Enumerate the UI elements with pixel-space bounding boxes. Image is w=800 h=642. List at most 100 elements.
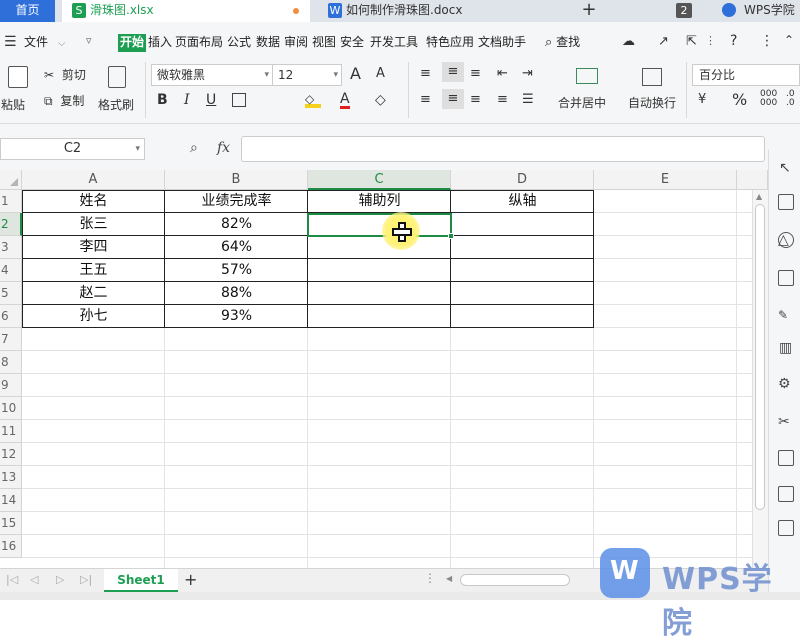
menu-insert[interactable]: 插入 <box>148 34 172 52</box>
table-cell[interactable]: 57% <box>165 259 308 282</box>
more-sheets-icon[interactable]: ⋮ <box>424 571 436 585</box>
align-bottom-icon[interactable]: ≡ <box>470 66 481 81</box>
header-helper-cell[interactable]: 辅助列 <box>308 190 451 213</box>
chart-icon[interactable]: ▥ <box>779 340 792 356</box>
align-top-icon[interactable]: ≡ <box>420 66 431 81</box>
shapes-icon[interactable] <box>778 194 794 210</box>
menu-search[interactable]: ⌕ 查找 <box>545 34 580 52</box>
row-header[interactable]: 8 <box>0 351 22 374</box>
table-cell[interactable]: 孙七 <box>22 305 165 328</box>
column-header-a[interactable]: A <box>22 170 165 190</box>
row-header[interactable]: 15 <box>0 512 22 535</box>
tab-docx[interactable]: W 如何制作滑珠图.docx <box>318 0 563 22</box>
next-sheet-icon[interactable]: ▷ <box>56 573 64 586</box>
image-icon[interactable] <box>778 450 794 466</box>
pointer-icon[interactable]: ↖ <box>779 160 791 176</box>
vertical-scroll-thumb[interactable] <box>755 204 765 510</box>
zoom-formula-icon[interactable]: ⌕ <box>190 140 198 156</box>
table-cell[interactable] <box>451 305 594 328</box>
table-cell[interactable]: 赵二 <box>22 282 165 305</box>
row-header[interactable]: 7 <box>0 328 22 351</box>
table-cell[interactable]: 64% <box>165 236 308 259</box>
tools-icon[interactable]: ✂ <box>778 414 790 430</box>
distribute-icon[interactable]: ☰ <box>522 92 534 107</box>
bold-button[interactable]: B <box>157 92 168 108</box>
row-header[interactable]: 11 <box>0 420 22 443</box>
table-cell[interactable] <box>451 259 594 282</box>
shrink-font-button[interactable]: A <box>376 66 385 81</box>
menu-page-layout[interactable]: 页面布局 <box>175 34 223 52</box>
table-cell[interactable] <box>451 282 594 305</box>
window-count-badge[interactable]: 2 <box>676 3 692 18</box>
grow-font-button[interactable]: A <box>350 64 361 83</box>
menu-security[interactable]: 安全 <box>340 34 364 52</box>
justify-icon[interactable]: ≡ <box>497 92 508 107</box>
header-name-cell[interactable]: 姓名 <box>22 190 165 213</box>
menu-start[interactable]: 开始 <box>118 34 147 52</box>
number-format-select[interactable]: 百分比 <box>692 64 800 86</box>
last-sheet-icon[interactable]: ▷| <box>80 573 92 586</box>
menu-features[interactable]: 特色应用 <box>426 34 474 52</box>
indent-increase-icon[interactable]: ⇥ <box>522 66 533 81</box>
font-name-select[interactable]: 微软雅黑 ▾ <box>151 64 273 86</box>
decimal-icon[interactable]: .0.0 <box>786 90 795 108</box>
table-cell[interactable] <box>308 305 451 328</box>
formula-input[interactable] <box>241 136 765 162</box>
fx-button[interactable]: fx <box>217 140 230 156</box>
scroll-left-icon[interactable]: ◀ <box>446 574 452 583</box>
hamburger-icon[interactable]: ☰ <box>4 34 17 50</box>
tab-xlsx[interactable]: S 滑珠图.xlsx <box>62 0 310 22</box>
selected-cell-c2[interactable] <box>307 213 452 237</box>
header-rate-cell[interactable]: 业绩完成率 <box>165 190 308 213</box>
horizontal-scroll-thumb[interactable] <box>460 574 570 586</box>
align-center-icon[interactable]: ≡ <box>442 89 464 109</box>
fill-color-icon[interactable]: ◇ <box>305 92 321 108</box>
column-header-b[interactable]: B <box>165 170 308 190</box>
row-header[interactable]: 3 <box>0 236 22 259</box>
table-cell[interactable] <box>451 213 594 236</box>
backup-icon[interactable] <box>778 486 794 502</box>
collapse-ribbon-icon[interactable]: ⌃ <box>784 33 794 47</box>
horizontal-scrollbar[interactable]: ◀ <box>444 573 598 587</box>
cloud-sync-icon[interactable]: ☁ <box>622 34 635 49</box>
menu-view[interactable]: 视图 <box>312 34 336 52</box>
wrap-text-button[interactable]: 自动换行 <box>626 64 682 120</box>
borders-icon[interactable] <box>232 93 246 107</box>
row-header[interactable]: 10 <box>0 397 22 420</box>
table-cell[interactable]: 王五 <box>22 259 165 282</box>
align-left-icon[interactable]: ≡ <box>420 92 431 107</box>
clear-format-icon[interactable]: ◇ <box>375 92 386 108</box>
tab-home[interactable]: 首页 <box>0 0 55 22</box>
row-header[interactable]: 2 <box>0 213 22 236</box>
wps-academy-link[interactable]: WPS学院 <box>744 0 795 22</box>
fill-handle[interactable] <box>448 233 454 239</box>
archive-icon[interactable] <box>778 520 794 536</box>
paste-button[interactable]: 粘贴 <box>1 64 34 120</box>
table-cell[interactable] <box>451 236 594 259</box>
menu-more-icon[interactable]: ⋮ <box>760 33 774 49</box>
pyramid-icon[interactable]: △ <box>778 232 789 248</box>
row-header[interactable]: 1 <box>0 190 22 213</box>
table-cell[interactable]: 张三 <box>22 213 165 236</box>
font-size-select[interactable]: 12 ▾ <box>272 64 342 86</box>
cut-button[interactable]: ✂ 剪切 <box>44 66 86 84</box>
add-sheet-button[interactable]: + <box>184 570 197 589</box>
share-icon[interactable]: ↗ <box>658 34 669 49</box>
currency-icon[interactable]: ¥ <box>698 92 706 107</box>
row-header[interactable]: 6 <box>0 305 22 328</box>
menu-review[interactable]: 审阅 <box>284 34 308 52</box>
percent-button[interactable]: % <box>732 90 747 109</box>
export-icon[interactable]: ⇱ <box>686 34 697 49</box>
thousands-icon[interactable]: 000 000 <box>760 90 777 108</box>
menu-file[interactable]: 文件 ⌵ <box>24 34 65 52</box>
table-cell[interactable]: 李四 <box>22 236 165 259</box>
column-header-d[interactable]: D <box>451 170 594 190</box>
more-chevron-icon[interactable]: ▿ <box>86 34 92 47</box>
first-sheet-icon[interactable]: |◁ <box>6 573 18 586</box>
help-icon[interactable]: ? <box>730 33 737 49</box>
more-options-icon[interactable]: ⋮ <box>705 34 716 47</box>
indent-decrease-icon[interactable]: ⇤ <box>497 66 508 81</box>
row-header[interactable]: 14 <box>0 489 22 512</box>
row-header[interactable]: 5 <box>0 282 22 305</box>
row-header[interactable]: 13 <box>0 466 22 489</box>
